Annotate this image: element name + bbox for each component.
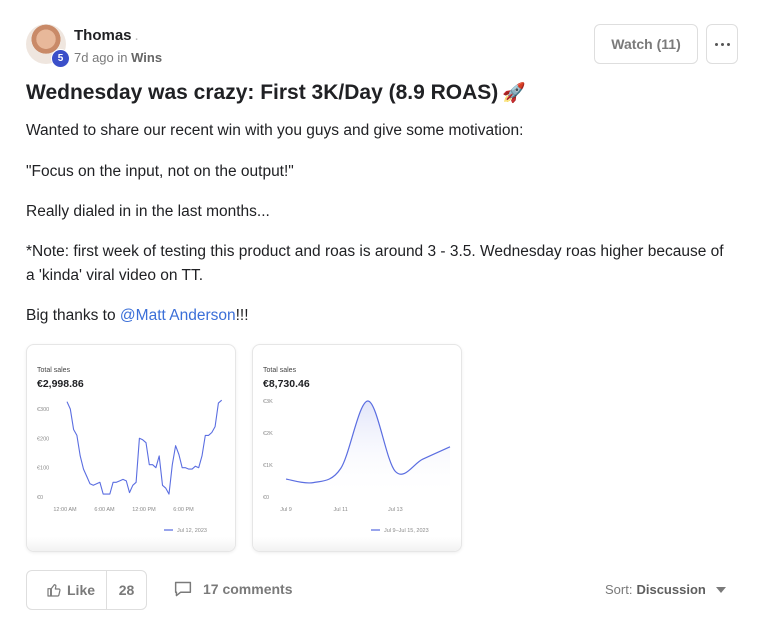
more-dots-icon — [714, 42, 718, 46]
chart-day-svg: €300 €200 €100 €0 12:00 AM 6:00 AM 12:00 PM 6:0… — [37, 399, 223, 534]
comments-count[interactable]: 17 comments — [203, 581, 292, 597]
body-paragraph-4: *Note: first week of testing this produc… — [26, 243, 724, 284]
x-tick-label: Jul 13 — [388, 507, 403, 513]
rocket-emoji: 🚀 — [502, 83, 526, 104]
y-tick-label: €0 — [37, 495, 43, 501]
like-button[interactable]: Like 28 — [26, 570, 147, 610]
legend-label: Jul 12, 2023 — [177, 528, 207, 534]
y-tick-label: €2K — [263, 431, 273, 437]
category-link[interactable]: Wins — [131, 50, 162, 65]
y-tick-label: €200 — [37, 436, 49, 442]
sort-value[interactable]: Discussion — [636, 582, 705, 597]
like-main[interactable]: Like — [27, 571, 107, 609]
comments-link[interactable]: 17 comments — [173, 580, 292, 598]
legend-label: Jul 9–Jul 15, 2023 — [384, 528, 429, 534]
body-paragraph-1: Wanted to share our recent win with you … — [26, 122, 524, 139]
y-tick-label: €0 — [263, 495, 269, 501]
x-tick-label: 6:00 PM — [173, 507, 194, 513]
speech-bubble-icon — [174, 581, 192, 597]
post-meta: 7d ago in Wins — [74, 50, 162, 65]
x-tick-label: Jul 9 — [280, 507, 292, 513]
post-title: Wednesday was crazy: First 3K/Day (8.9 R… — [26, 81, 526, 105]
author-name[interactable]: Thomas. — [74, 27, 139, 44]
body-paragraph-2: "Focus on the input, not on the output!" — [26, 163, 294, 180]
body-paragraph-5: Big thanks to @Matt Anderson!!! — [26, 304, 726, 328]
thanks-text: Big thanks to — [26, 307, 120, 324]
y-tick-label: €1K — [263, 463, 273, 469]
sales-chart-card-day[interactable]: Total sales €2,998.86 €300 €200 €100 €0 12:0… — [26, 344, 236, 552]
y-tick-label: €100 — [37, 466, 49, 472]
level-badge: 5 — [51, 49, 70, 68]
body-paragraph-3: Really dialed in in the last months... — [26, 203, 270, 220]
mention-link[interactable]: @Matt Anderson — [120, 307, 236, 324]
thanks-suffix: !!! — [235, 307, 249, 324]
chart-week-svg: €3K €2K €1K €0 Jul 9 Jul 11 Jul 13 Jul 9–Jul 15… — [263, 399, 451, 534]
card-shadow — [27, 537, 235, 551]
x-tick-label: Jul 11 — [334, 507, 348, 513]
y-tick-label: €3K — [263, 399, 273, 405]
sales-chart-card-week[interactable]: Total sales €8,730.46 €3K €2K €1K €0 Jul 9 Ju… — [252, 344, 462, 552]
more-options-button[interactable] — [706, 24, 738, 64]
x-tick-label: 6:00 AM — [94, 507, 115, 513]
like-count[interactable]: 28 — [107, 582, 146, 598]
series-line — [66, 399, 223, 495]
thumbs-up-icon — [47, 584, 61, 597]
author-dot: . — [134, 27, 139, 44]
like-label: Like — [67, 582, 96, 598]
x-tick-label: 12:00 AM — [53, 507, 77, 513]
card-shadow — [253, 537, 461, 551]
caret-down-icon — [715, 586, 726, 593]
post-title-text: Wednesday was crazy: First 3K/Day (8.9 R… — [26, 81, 499, 104]
time-ago: 7d ago in — [74, 50, 128, 65]
watch-button[interactable]: Watch (11) — [594, 24, 698, 64]
sort-label: Sort: — [605, 582, 633, 597]
author-name-text[interactable]: Thomas — [74, 27, 132, 44]
sort-dropdown[interactable]: Sort: Discussion — [605, 582, 726, 597]
x-tick-label: 12:00 PM — [132, 507, 156, 513]
y-tick-label: €300 — [37, 407, 49, 413]
